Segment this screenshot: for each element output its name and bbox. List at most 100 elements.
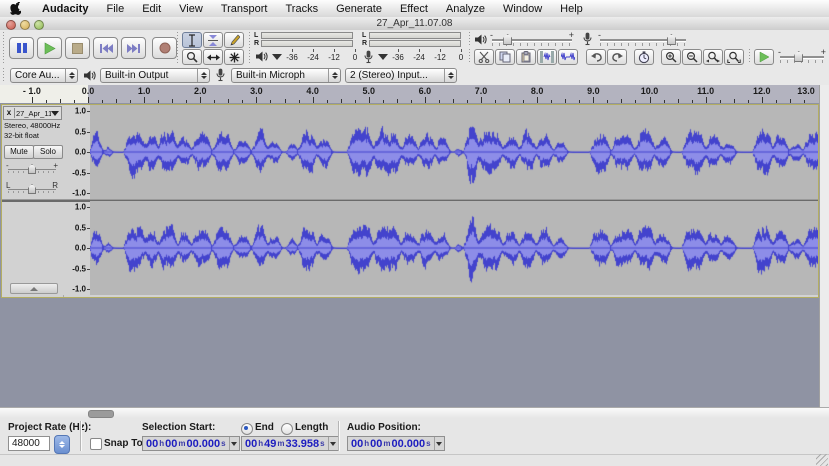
menu-help[interactable]: Help [551, 3, 592, 15]
project-rate-stepper[interactable] [54, 435, 70, 454]
track-collapse-button[interactable] [10, 283, 58, 294]
playback-meter-caret-icon[interactable] [272, 54, 282, 61]
undo-button[interactable] [586, 49, 606, 65]
time-field-caret-icon[interactable] [229, 437, 239, 450]
transcription-toolbar-grip[interactable] [748, 49, 752, 64]
snap-to-checkbox[interactable] [90, 438, 102, 450]
menu-view[interactable]: View [170, 3, 212, 15]
audio-position-field[interactable]: 00h00m00.000s [347, 436, 445, 451]
vertical-ruler-left-channel[interactable]: 1.00.50.0-0.5-1.0 [63, 105, 91, 199]
mixer-toolbar-grip[interactable] [468, 32, 472, 47]
menu-audacity[interactable]: Audacity [33, 3, 97, 15]
apple-menu-icon[interactable] [10, 2, 21, 15]
play-speed-slider[interactable]: - + [780, 50, 824, 64]
timeline-ruler[interactable]: - 1.00.01.02.03.04.05.06.07.08.09.010.01… [0, 85, 819, 104]
input-volume-slider[interactable]: - [600, 33, 686, 47]
redo-button[interactable] [607, 49, 627, 65]
fit-selection-button[interactable] [703, 49, 723, 65]
gain-thumb[interactable] [28, 164, 36, 174]
solo-button[interactable]: Solo [33, 145, 63, 159]
paste-button[interactable] [516, 49, 536, 65]
silence-button[interactable] [558, 49, 578, 65]
pan-thumb[interactable] [28, 184, 36, 194]
selection-tool-button[interactable] [182, 32, 202, 48]
vertical-ruler-label: 0.0 [75, 148, 86, 157]
vertical-ruler-right-channel[interactable]: 1.00.50.0-0.5-1.0 [63, 201, 91, 295]
sync-lock-button[interactable] [634, 49, 654, 65]
end-radio-label: End [255, 422, 274, 433]
vertical-scrollbar[interactable] [819, 85, 829, 407]
device-toolbar-grip[interactable] [2, 68, 6, 83]
transport-toolbar-grip[interactable] [2, 32, 6, 64]
project-rate-value[interactable]: 48000 [8, 436, 50, 451]
input-channels-dropdown[interactable]: 2 (Stereo) Input... [345, 68, 457, 83]
track-format-line1: Stereo, 48000Hz [4, 121, 60, 130]
multi-tool-button[interactable] [224, 49, 244, 65]
pan-slider[interactable]: L R [6, 183, 58, 195]
output-device-value: Built-in Output [101, 70, 197, 81]
cut-button[interactable] [474, 49, 494, 65]
play-speed-thumb[interactable] [794, 51, 803, 62]
sync-lock-icon [638, 51, 650, 64]
output-volume-thumb[interactable] [503, 34, 512, 45]
input-volume-thumb[interactable] [667, 34, 676, 45]
meter-scale-value: -24 [413, 53, 425, 62]
menu-tracks[interactable]: Tracks [277, 3, 328, 15]
waveform-left-channel[interactable] [90, 105, 818, 199]
play-button[interactable] [37, 37, 62, 59]
menu-window[interactable]: Window [494, 3, 551, 15]
menu-effect[interactable]: Effect [391, 3, 437, 15]
gain-slider[interactable]: - + [6, 163, 58, 175]
title-bar[interactable]: 27_Apr_11.07.08 [0, 17, 829, 31]
window-resize-grip[interactable] [816, 454, 828, 466]
length-radio[interactable] [281, 423, 293, 435]
meter-toolbar-grip[interactable] [248, 32, 252, 64]
zoom-out-icon [686, 51, 698, 63]
selection-start-field[interactable]: 00h00m00.000s [142, 436, 240, 451]
draw-tool-button[interactable] [224, 32, 244, 48]
trim-outside-icon [540, 51, 554, 63]
mute-button[interactable]: Mute [4, 145, 34, 159]
timeline-label: 1.0 [138, 86, 151, 96]
time-field-caret-icon[interactable] [328, 437, 338, 450]
track-close-button[interactable]: x [4, 108, 15, 118]
menu-transport[interactable]: Transport [212, 3, 277, 15]
skip-to-end-button[interactable] [121, 37, 146, 59]
timeline-label: 12.0 [753, 86, 771, 96]
end-radio[interactable] [241, 423, 253, 435]
input-device-dropdown[interactable]: Built-in Microph [231, 68, 341, 83]
output-device-dropdown[interactable]: Built-in Output [100, 68, 210, 83]
audio-host-dropdown[interactable]: Core Au... [10, 68, 78, 83]
zoom-in-icon [665, 51, 677, 63]
waveform-right-channel[interactable] [90, 201, 818, 295]
tools-toolbar-grip[interactable] [176, 32, 180, 64]
selection-end-field[interactable]: 00h49m33.958s [241, 436, 339, 451]
fit-project-button[interactable] [724, 49, 744, 65]
menu-edit[interactable]: Edit [133, 3, 170, 15]
menu-analyze[interactable]: Analyze [437, 3, 494, 15]
skip-to-start-button[interactable] [93, 37, 118, 59]
timeshift-tool-button[interactable] [203, 49, 223, 65]
track-menu-caret-icon[interactable] [51, 111, 59, 116]
zoom-out-button[interactable] [682, 49, 702, 65]
zoom-tool-button[interactable] [182, 49, 202, 65]
track-area[interactable]: x 27_Apr_11. Stereo, 48000Hz 32-bit floa… [0, 103, 819, 407]
trim-button[interactable] [537, 49, 557, 65]
vertical-ruler-label: -0.5 [72, 264, 86, 273]
zoom-in-button[interactable] [661, 49, 681, 65]
play-at-speed-button[interactable] [754, 49, 774, 65]
pause-button[interactable] [9, 37, 34, 59]
recording-meter-caret-icon[interactable] [378, 54, 388, 61]
menu-file[interactable]: File [97, 3, 133, 15]
audio-track[interactable]: x 27_Apr_11. Stereo, 48000Hz 32-bit floa… [1, 104, 819, 298]
copy-button[interactable] [495, 49, 515, 65]
output-volume-slider[interactable]: - + [492, 33, 572, 47]
time-field-caret-icon[interactable] [434, 437, 444, 450]
horizontal-scrollbar-thumb[interactable] [88, 410, 114, 418]
edit-toolbar-grip[interactable] [468, 49, 472, 64]
menu-generate[interactable]: Generate [327, 3, 391, 15]
record-button[interactable] [152, 37, 177, 59]
envelope-tool-button[interactable] [203, 32, 223, 48]
stop-button[interactable] [65, 37, 90, 59]
speaker-icon [256, 51, 269, 62]
